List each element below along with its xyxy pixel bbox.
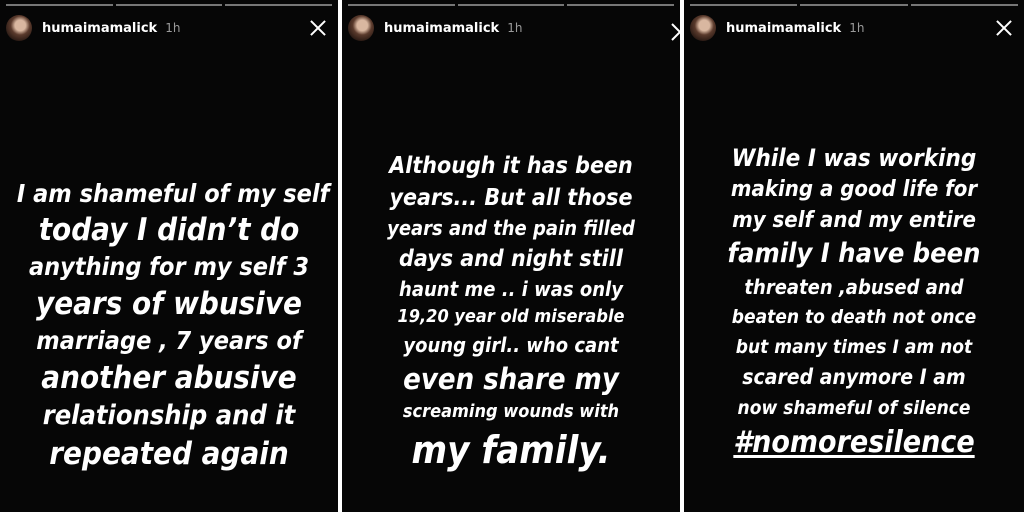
story-line: screaming wounds with [402,401,620,422]
progress-bar [800,4,908,6]
story-line: scared anymore I am [742,365,966,389]
story-line: haunt me .. i was only [399,277,623,301]
story-line: anything for my self 3 [28,252,310,281]
progress-bar [567,4,675,6]
story-header: humaimamalick 1h [6,14,332,42]
story-text: I am shameful of my self today I didn’t … [16,178,330,474]
timestamp: 1h [849,21,865,35]
story-line: my family. [411,428,611,472]
progress-bar [690,4,798,6]
story-line: years and the pain filled [387,216,635,240]
story-line: beaten to death not once [731,306,977,328]
story-panel-1[interactable]: humaimamalick 1h I am shameful of my sel… [0,0,338,512]
story-line: even share my [403,362,619,396]
avatar[interactable] [690,15,716,41]
progress-bar [115,4,223,6]
username[interactable]: humaimamalick [42,21,157,36]
story-text: While I was working making a good life f… [701,142,1007,463]
story-text: Although it has been years... But all th… [359,150,663,474]
story-line: now shameful of silence [737,397,971,419]
story-line: young girl.. who cant [403,333,619,357]
username[interactable]: humaimamalick [384,21,499,36]
story-line: I am shameful of my self [16,179,330,208]
story-line: another abusive [41,360,297,396]
story-collage: humaimamalick 1h I am shameful of my sel… [0,0,1024,512]
hashtag-link[interactable]: #nomoresilence [701,423,1007,463]
story-line: marriage , 7 years of [36,326,302,355]
story-line: my self and my entire [732,208,976,233]
story-line: making a good life for [730,177,978,202]
timestamp: 1h [165,21,181,35]
progress-bar [225,4,333,6]
username[interactable]: humaimamalick [726,21,841,36]
chevron-right-icon[interactable] [670,22,682,42]
avatar[interactable] [6,15,32,41]
story-line: years of wbusive [36,286,302,322]
close-icon[interactable] [992,16,1016,40]
progress-bar [348,4,455,6]
story-line: but many times I am not [735,336,973,358]
story-line: While I was working [731,144,977,172]
story-panel-3[interactable]: humaimamalick 1h While I was working mak… [684,0,1024,512]
progress-bars [6,4,333,6]
story-header: humaimamalick 1h [348,14,674,42]
progress-bar [6,4,113,6]
story-line: days and night still [399,246,623,272]
progress-bar [457,4,565,6]
story-line: relationship and it [42,400,296,431]
avatar[interactable] [348,15,374,41]
progress-bar [910,4,1018,6]
story-line: today I didn’t do [38,212,300,248]
timestamp: 1h [507,21,523,35]
story-line: threaten ,abused and [744,275,964,299]
story-line: repeated again [49,436,289,472]
close-icon[interactable] [306,16,330,40]
progress-bars [348,4,675,6]
story-header: humaimamalick 1h [690,14,1018,42]
story-line: years... But all those [389,185,633,211]
story-panel-2[interactable]: humaimamalick 1h Although it has been ye… [342,0,680,512]
story-line: family I have been [727,238,981,269]
progress-bars [690,4,1018,6]
story-line: Although it has been [389,153,633,179]
story-line: 19,20 year old miserable [397,306,625,327]
